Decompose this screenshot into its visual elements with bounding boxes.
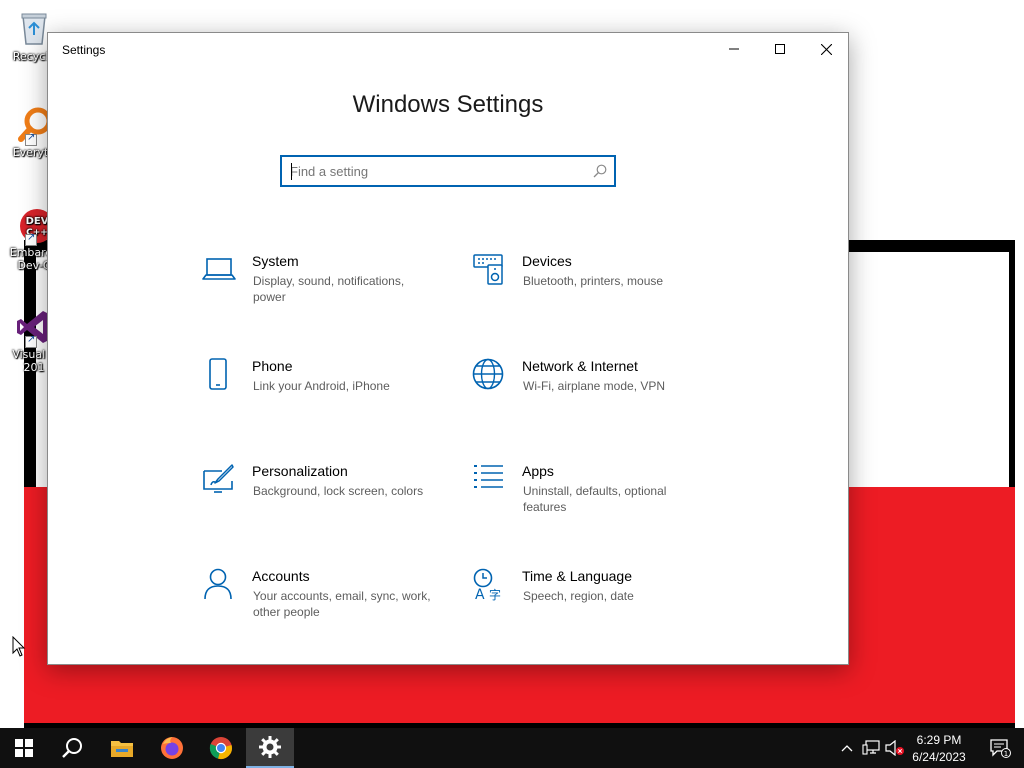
title-bar[interactable]: Settings (48, 33, 848, 65)
category-description: Bluetooth, printers, mouse (523, 274, 664, 288)
taskbar-chrome[interactable] (197, 728, 245, 768)
category-description: Display, sound, notifications, power (253, 274, 405, 304)
category-network-internet[interactable]: Network & Internet Wi-Fi, airplane mode,… (472, 358, 702, 428)
settings-gear-icon (259, 736, 281, 758)
search-input[interactable] (290, 161, 580, 181)
category-description: Your accounts, email, sync, work, other … (253, 589, 431, 619)
category-name: Phone (252, 358, 293, 374)
search-icon (62, 738, 82, 758)
volume-muted-icon (885, 740, 904, 756)
chrome-icon (209, 737, 232, 759)
notification-icon: 1 (990, 739, 1011, 758)
taskbar-firefox[interactable] (148, 728, 196, 768)
show-hidden-icons-button[interactable] (835, 728, 859, 768)
file-explorer-icon (111, 741, 133, 757)
category-name: System (252, 253, 299, 269)
category-description: Uninstall, defaults, optional features (523, 484, 667, 514)
category-description: Link your Android, iPhone (253, 379, 390, 393)
network-icon (862, 740, 880, 755)
maximize-button[interactable] (757, 33, 803, 65)
time-language-icon: A 字 (473, 568, 501, 602)
minimize-icon (729, 48, 739, 50)
clock-date: 6/24/2023 (912, 750, 966, 764)
category-personalization[interactable]: Personalization Background, lock screen,… (202, 463, 432, 533)
svg-text:DEV: DEV (26, 216, 49, 227)
category-apps[interactable]: Apps Uninstall, defaults, optional featu… (472, 463, 702, 533)
start-button[interactable] (0, 728, 48, 768)
network-status-button[interactable] (859, 728, 883, 768)
category-time-language[interactable]: A 字 Time & Language Speech, region, date (472, 568, 702, 638)
taskbar-settings[interactable] (246, 728, 294, 768)
category-system[interactable]: System Display, sound, notifications, po… (202, 253, 432, 323)
category-accounts[interactable]: Accounts Your accounts, email, sync, wor… (202, 568, 432, 638)
phone-icon (209, 358, 227, 390)
close-icon (820, 43, 832, 55)
category-name: Time & Language (522, 568, 632, 584)
notification-count-badge: 1 (1004, 750, 1008, 758)
svg-text:A: A (475, 587, 485, 602)
chevron-up-icon (841, 745, 853, 752)
settings-window: Settings Windows Settings System Display… (47, 32, 849, 665)
search-box[interactable] (280, 155, 616, 187)
window-title: Settings (62, 43, 106, 57)
volume-button[interactable] (883, 728, 907, 768)
person-icon (204, 568, 232, 600)
mouse-cursor-icon (12, 636, 26, 657)
taskbar: 6:29 PM 6/24/2023 1 (0, 728, 1024, 768)
apps-list-icon (474, 465, 503, 488)
category-description: Speech, region, date (523, 589, 634, 603)
minimize-button[interactable] (711, 33, 757, 65)
start-icon (15, 739, 33, 757)
category-phone[interactable]: Phone Link your Android, iPhone (202, 358, 432, 428)
svg-text:字: 字 (489, 587, 501, 602)
firefox-icon (161, 737, 183, 759)
category-description: Wi-Fi, airplane mode, VPN (523, 379, 666, 393)
page-title: Windows Settings (352, 91, 544, 118)
action-center-button[interactable]: 1 (980, 728, 1020, 768)
category-name: Personalization (252, 463, 348, 479)
globe-icon (472, 358, 504, 390)
search-icon (593, 164, 607, 178)
category-name: Accounts (252, 568, 310, 584)
shortcut-arrow-icon (25, 232, 37, 246)
shortcut-arrow-icon (25, 132, 37, 146)
category-devices[interactable]: Devices Bluetooth, printers, mouse (472, 253, 702, 323)
maximize-icon (775, 44, 785, 54)
clock-time: 6:29 PM (916, 733, 962, 747)
shortcut-arrow-icon (25, 334, 37, 348)
taskbar-file-explorer[interactable] (98, 728, 146, 768)
text-caret (291, 163, 292, 180)
paintbrush-icon (203, 464, 234, 493)
laptop-icon (202, 258, 236, 280)
category-name: Network & Internet (522, 358, 638, 374)
taskbar-search-button[interactable] (48, 728, 96, 768)
category-description: Background, lock screen, colors (253, 484, 424, 498)
category-name: Devices (522, 253, 572, 269)
close-button[interactable] (803, 33, 849, 65)
devices-icon (473, 254, 503, 285)
category-name: Apps (522, 463, 554, 479)
taskbar-clock[interactable]: 6:29 PM 6/24/2023 (908, 732, 970, 766)
